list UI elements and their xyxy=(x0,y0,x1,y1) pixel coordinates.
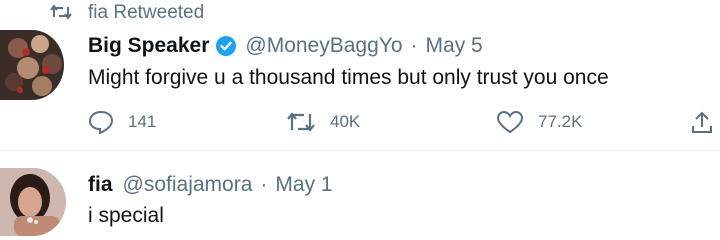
tweet-text: Might forgive u a thousand times but onl… xyxy=(88,66,609,89)
retweet-context-label[interactable]: fia Retweeted xyxy=(88,2,204,24)
retweet-icon xyxy=(286,110,316,134)
tweet-header: Big Speaker @MoneyBaggYo · May 5 xyxy=(88,32,483,60)
author-handle[interactable]: @sofiajamora xyxy=(123,173,253,197)
like-button[interactable]: 77.2K xyxy=(496,108,582,136)
tweet-header: fia @sofiajamora · May 1 xyxy=(88,171,333,199)
retweet-count: 40K xyxy=(330,112,361,131)
author-name[interactable]: Big Speaker xyxy=(88,34,209,58)
heart-icon xyxy=(496,110,524,134)
dot-separator: · xyxy=(410,34,418,57)
dot-separator: · xyxy=(260,173,268,196)
verified-badge-icon xyxy=(215,35,237,57)
share-icon xyxy=(690,110,714,134)
reply-count: 141 xyxy=(128,112,157,131)
avatar[interactable] xyxy=(0,168,66,236)
tweet-divider xyxy=(0,150,720,151)
reply-button[interactable]: 141 xyxy=(88,108,156,136)
retweet-button[interactable]: 40K xyxy=(286,108,360,136)
tweet-date[interactable]: May 1 xyxy=(275,173,332,197)
reply-icon xyxy=(88,110,114,134)
author-name[interactable]: fia xyxy=(88,173,113,197)
tweet-date[interactable]: May 5 xyxy=(426,34,483,58)
author-handle[interactable]: @MoneyBaggYo xyxy=(245,34,402,58)
like-count: 77.2K xyxy=(538,112,583,131)
tweet-text: i special xyxy=(88,204,164,227)
avatar[interactable] xyxy=(0,30,64,100)
share-button[interactable] xyxy=(690,108,714,136)
retweet-context-icon xyxy=(50,4,72,20)
